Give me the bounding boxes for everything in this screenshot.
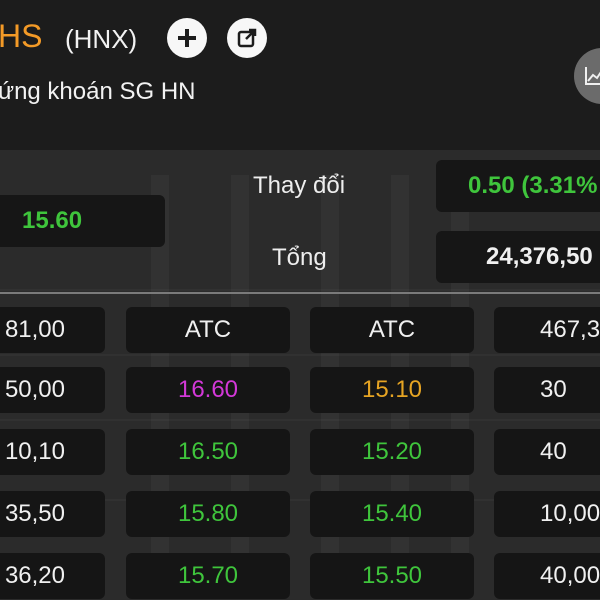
chart-icon [585,67,600,85]
change-value: 0.50 (3.31% [436,160,600,212]
open-detail-button[interactable] [227,18,267,58]
bid-price[interactable]: 15.80 [126,491,290,537]
ask-volume: 467,3 [494,307,600,353]
exchange-label: (HNX) [65,24,138,54]
external-link-icon [237,28,257,48]
ask-volume: 30 [494,367,600,413]
bid-volume: 35,50 [0,491,105,537]
ask-price[interactable]: 15.50 [310,553,474,599]
stock-symbol: HS [0,18,43,54]
bid-price[interactable]: 16.60 [126,367,290,413]
ask-volume: 10,00 [494,491,600,537]
bid-price[interactable]: 16.50 [126,429,290,475]
total-label: Tổng [272,244,327,271]
ask-volume: 40,00 [494,553,600,599]
add-watchlist-button[interactable] [167,18,207,58]
current-price: 15.60 [0,195,165,247]
ask-price[interactable]: ATC [310,307,474,353]
bid-volume: 81,00 [0,307,105,353]
bid-price[interactable]: 15.70 [126,553,290,599]
summary-divider [0,292,600,294]
ask-price[interactable]: 15.10 [310,367,474,413]
change-label: Thay đổi [253,172,346,199]
stock-header: HS (HNX) ứng khoán SG HN [0,0,600,150]
bid-volume: 50,00 [0,367,105,413]
bid-volume: 36,20 [0,553,105,599]
ask-price[interactable]: 15.20 [310,429,474,475]
trading-board: 15.60 Thay đổi 0.50 (3.31% Tổng 24,376,5… [0,150,600,600]
ask-volume: 40 [494,429,600,475]
chart-button[interactable] [574,48,600,104]
company-name: ứng khoán SG HN [0,78,196,105]
ask-price[interactable]: 15.40 [310,491,474,537]
bid-price[interactable]: ATC [126,307,290,353]
plus-icon [178,29,196,47]
bid-volume: 10,10 [0,429,105,475]
total-value: 24,376,50 [436,231,600,283]
